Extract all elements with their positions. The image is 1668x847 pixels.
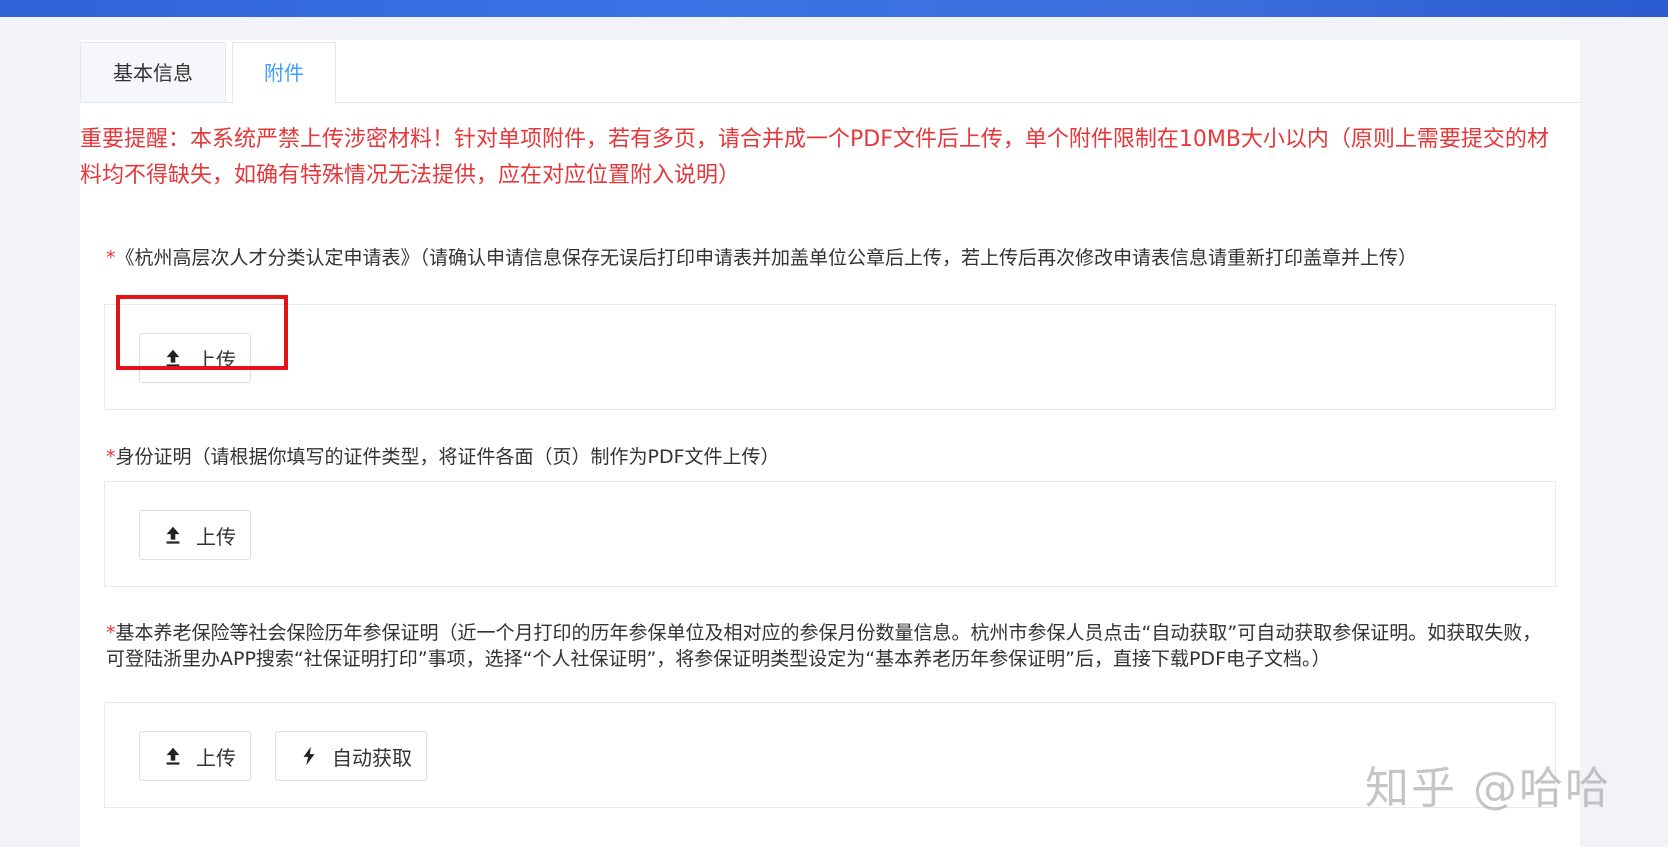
- upload-button-label: 上传: [196, 524, 236, 549]
- upload-area-id-proof: 上传: [104, 481, 1556, 587]
- important-notice: 重要提醒：本系统严禁上传涉密材料！针对单项附件，若有多页，请合并成一个PDF文件…: [80, 127, 1549, 188]
- upload-button[interactable]: 上传: [139, 333, 251, 383]
- top-header-bar: [0, 0, 1668, 17]
- attachment-panel: 基本信息 附件 重要提醒：本系统严禁上传涉密材料！针对单项附件，若有多页，请合并…: [80, 40, 1580, 847]
- upload-button[interactable]: 上传: [139, 731, 251, 781]
- item-social-insurance-label: *基本养老保险等社会保险历年参保证明（近一个月打印的历年参保单位及相对应的参保月…: [106, 620, 1546, 672]
- tab-basic-info[interactable]: 基本信息: [80, 42, 226, 102]
- required-mark: *: [106, 622, 116, 644]
- upload-button[interactable]: 上传: [139, 510, 251, 560]
- item-label-text: 基本养老保险等社会保险历年参保证明（近一个月打印的历年参保单位及相对应的参保月份…: [106, 622, 1542, 670]
- lightning-icon: [298, 745, 320, 767]
- upload-area-application-form: 上传: [104, 304, 1556, 410]
- upload-area-social-insurance: 上传 自动获取: [104, 702, 1556, 808]
- tab-bar: 基本信息 附件: [80, 40, 1580, 103]
- required-mark: *: [106, 247, 116, 269]
- upload-button-label: 上传: [196, 745, 236, 770]
- upload-icon: [162, 347, 184, 369]
- required-mark: *: [106, 446, 116, 468]
- item-label-text: 《杭州高层次人才分类认定申请表》（请确认申请信息保存无误后打印申请表并加盖单位公…: [115, 247, 1418, 269]
- item-label-text: 身份证明（请根据你填写的证件类型，将证件各面（页）制作为PDF文件上传）: [115, 446, 780, 468]
- auto-fetch-button[interactable]: 自动获取: [275, 731, 427, 781]
- tab-attachments[interactable]: 附件: [232, 42, 336, 103]
- upload-icon: [162, 745, 184, 767]
- item-application-form-label: *《杭州高层次人才分类认定申请表》（请确认申请信息保存无误后打印申请表并加盖单位…: [106, 245, 1546, 271]
- item-id-proof-label: *身份证明（请根据你填写的证件类型，将证件各面（页）制作为PDF文件上传）: [106, 444, 1546, 470]
- upload-icon: [162, 524, 184, 546]
- watermark: 知乎 @哈哈: [1365, 763, 1611, 814]
- auto-fetch-button-label: 自动获取: [332, 745, 412, 770]
- upload-button-label: 上传: [196, 347, 236, 372]
